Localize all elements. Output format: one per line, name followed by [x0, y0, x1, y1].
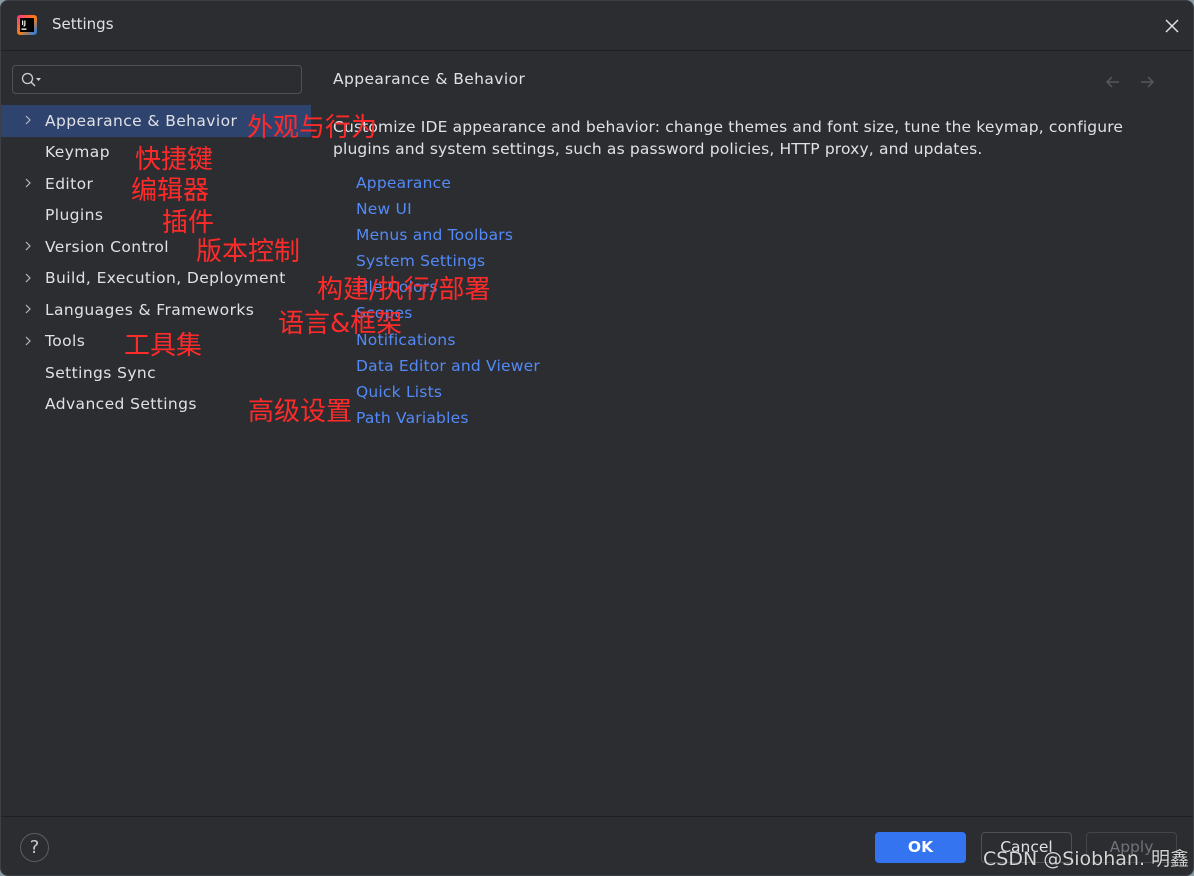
sidebar-item-version-control[interactable]: Version Control	[1, 231, 311, 263]
help-button[interactable]: ?	[20, 833, 49, 862]
watermark: CSDN @Siobhan. 明鑫	[983, 848, 1190, 870]
sidebar-item-editor[interactable]: Editor	[1, 168, 311, 200]
sidebar-item-label: Languages & Frameworks	[45, 300, 255, 319]
footer-divider	[1, 816, 1193, 817]
title-bar: IJ Settings	[1, 1, 1193, 51]
link-file-colors[interactable]: File Colors	[356, 275, 540, 301]
navigation-arrows	[1103, 72, 1157, 92]
sidebar-item-tools[interactable]: Tools	[1, 326, 311, 358]
link-notifications[interactable]: Notifications	[356, 328, 540, 354]
sidebar-item-build-execution-deployment[interactable]: Build, Execution, Deployment	[1, 263, 311, 295]
sidebar-item-label: Appearance & Behavior	[45, 111, 238, 130]
link-system-settings[interactable]: System Settings	[356, 249, 540, 275]
settings-dialog: IJ Settings Appearance & Behavior Keymap…	[0, 0, 1194, 876]
sidebar-item-label: Version Control	[45, 237, 169, 256]
sidebar-item-advanced-settings[interactable]: Advanced Settings	[1, 389, 311, 421]
link-path-variables[interactable]: Path Variables	[356, 406, 540, 432]
sidebar-item-appearance-behavior[interactable]: Appearance & Behavior	[1, 105, 311, 137]
search-input[interactable]	[49, 68, 297, 91]
window-title: Settings	[52, 15, 114, 33]
search-icon	[21, 72, 41, 87]
back-arrow-icon[interactable]	[1103, 72, 1123, 92]
sidebar-item-label: Plugins	[45, 206, 104, 225]
page-description: Customize IDE appearance and behavior: c…	[333, 118, 1124, 158]
forward-arrow-icon[interactable]	[1137, 72, 1157, 92]
sidebar-item-plugins[interactable]: Plugins	[1, 200, 311, 232]
chevron-right-icon[interactable]	[22, 335, 34, 347]
chevron-right-icon[interactable]	[22, 272, 34, 284]
sidebar-item-label: Settings Sync	[45, 363, 157, 382]
sidebar-item-label: Tools	[45, 332, 86, 351]
sidebar-item-settings-sync[interactable]: Settings Sync	[1, 357, 311, 389]
sidebar-item-label: Advanced Settings	[45, 395, 197, 414]
settings-search-field[interactable]	[12, 65, 302, 94]
intellij-idea-icon: IJ	[16, 14, 38, 36]
link-menus-and-toolbars[interactable]: Menus and Toolbars	[356, 223, 540, 249]
page-title: Appearance & Behavior	[333, 70, 526, 88]
ok-button[interactable]: OK	[875, 832, 966, 863]
sidebar-item-label: Editor	[45, 174, 94, 193]
close-icon[interactable]	[1161, 15, 1183, 37]
link-appearance[interactable]: Appearance	[356, 171, 540, 197]
sidebar-item-label: Keymap	[45, 143, 110, 162]
svg-text:IJ: IJ	[22, 20, 26, 27]
sidebar-item-keymap[interactable]: Keymap	[1, 137, 311, 169]
chevron-right-icon[interactable]	[22, 114, 34, 126]
link-scopes[interactable]: Scopes	[356, 301, 540, 327]
link-data-editor-and-viewer[interactable]: Data Editor and Viewer	[356, 354, 540, 380]
link-quick-lists[interactable]: Quick Lists	[356, 380, 540, 406]
subpage-links: Appearance New UI Menus and Toolbars Sys…	[356, 171, 540, 432]
settings-tree: Appearance & Behavior Keymap Editor Plug…	[1, 105, 311, 420]
chevron-right-icon[interactable]	[22, 303, 34, 315]
sidebar-item-label: Build, Execution, Deployment	[45, 269, 286, 288]
chevron-right-icon[interactable]	[22, 177, 34, 189]
link-new-ui[interactable]: New UI	[356, 197, 540, 223]
chevron-right-icon[interactable]	[22, 240, 34, 252]
sidebar-item-languages-frameworks[interactable]: Languages & Frameworks	[1, 294, 311, 326]
